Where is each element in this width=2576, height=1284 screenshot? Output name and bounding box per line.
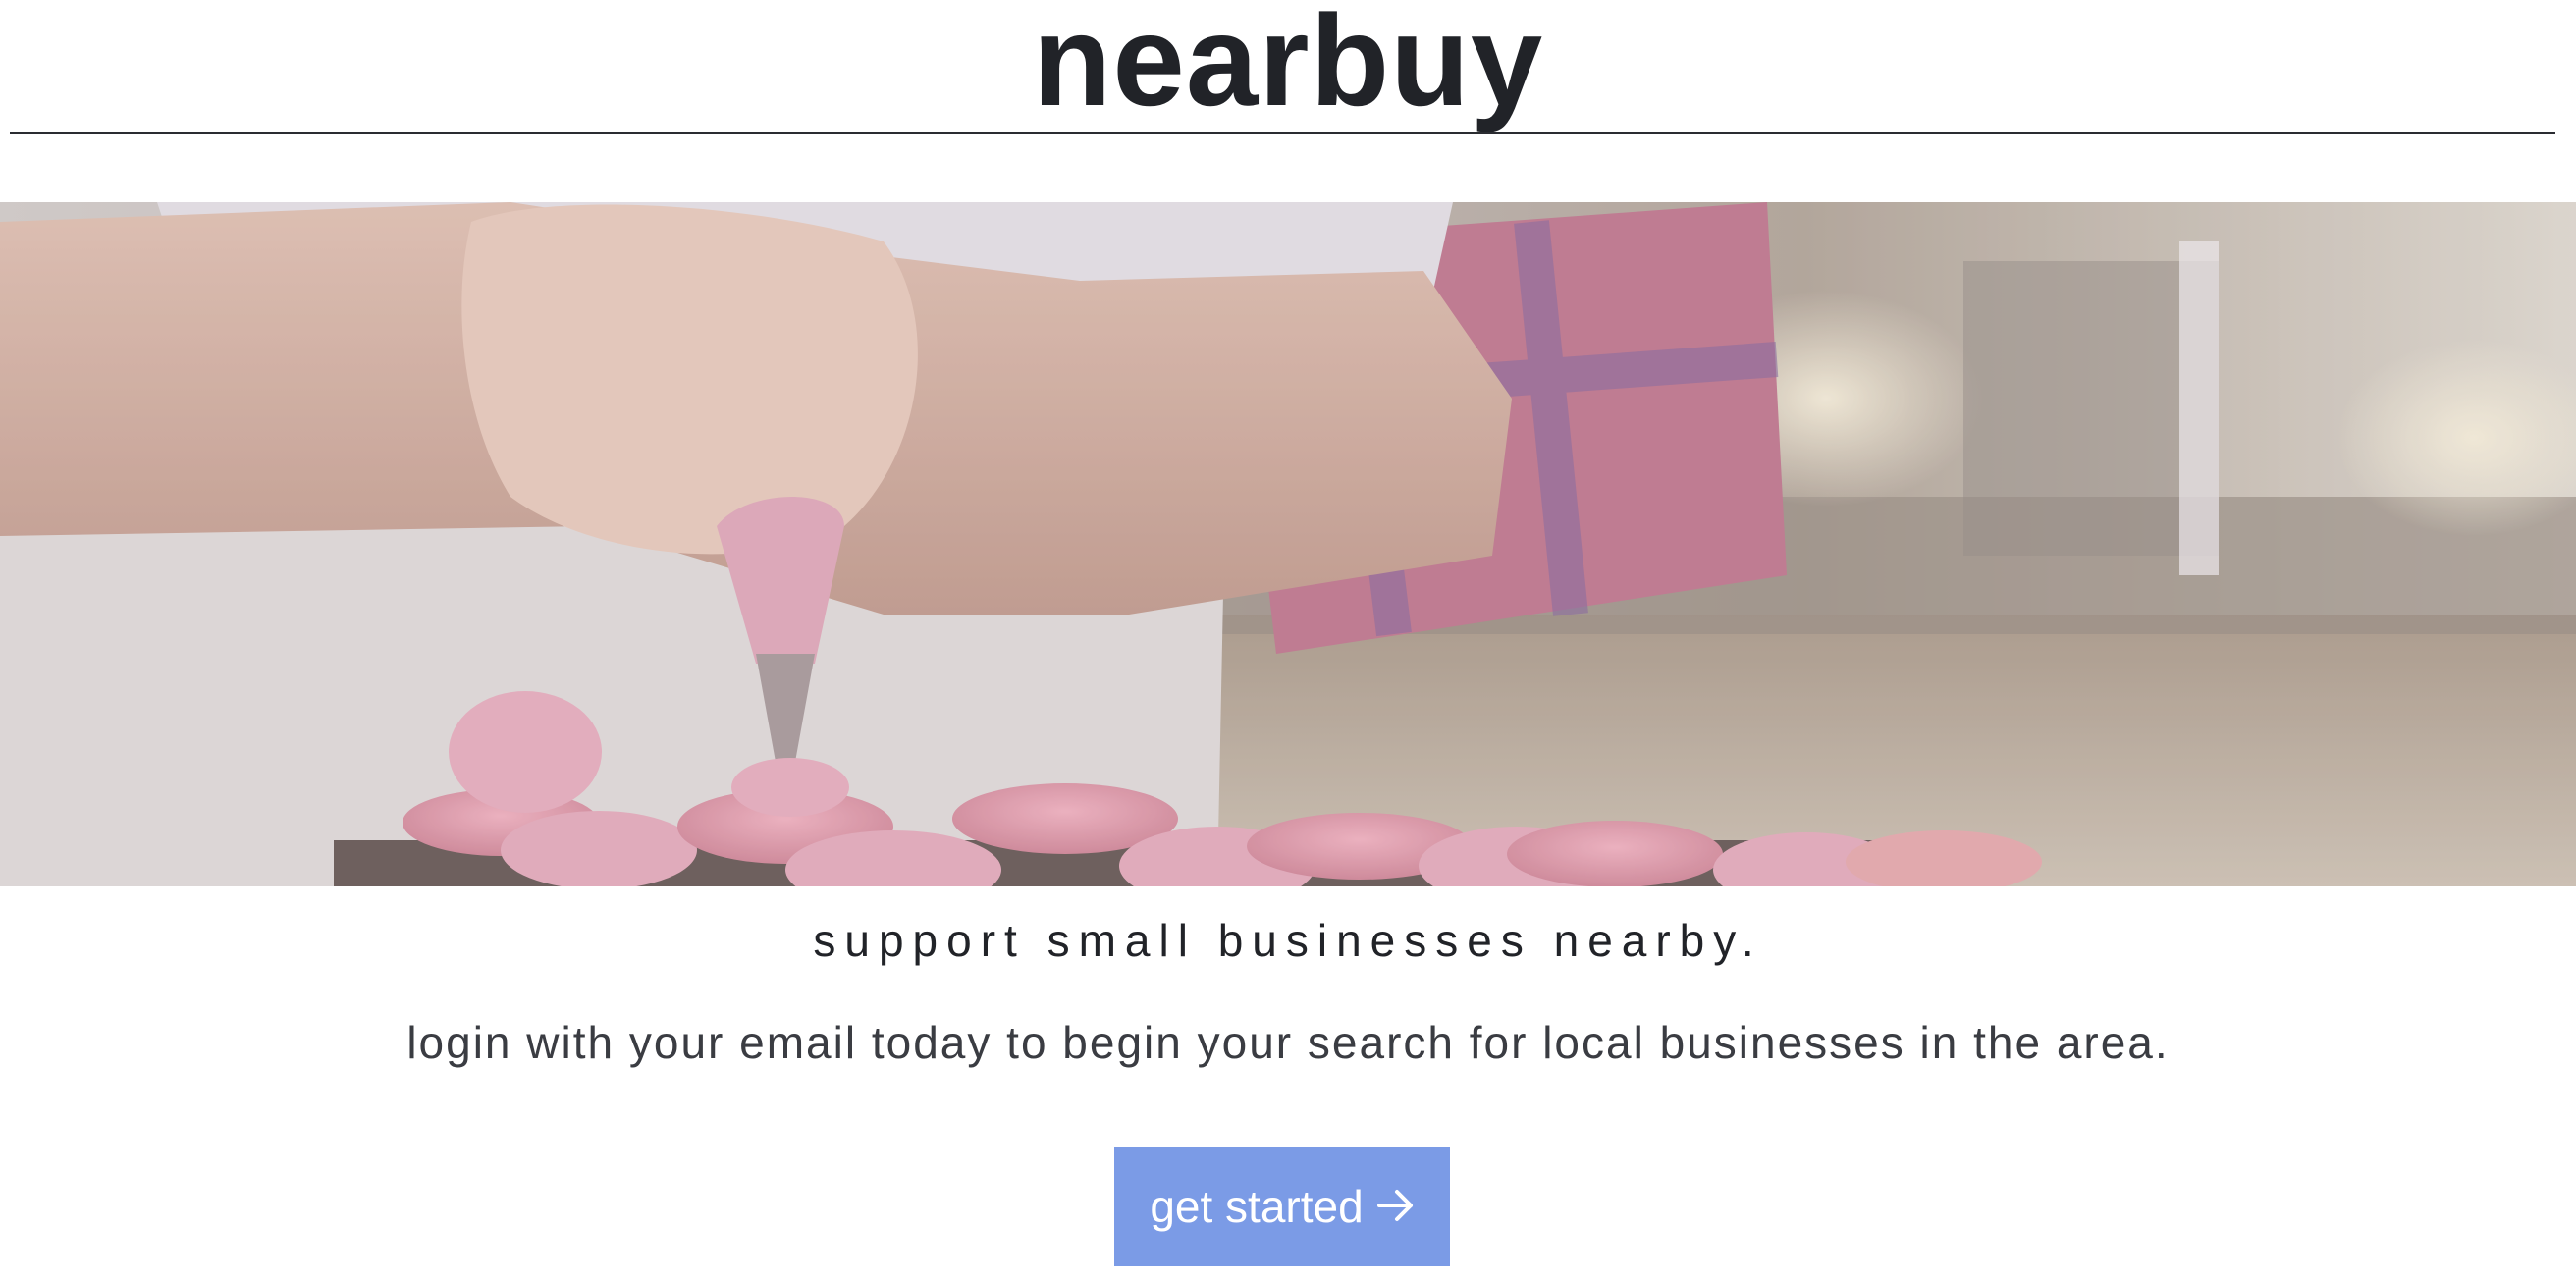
tagline: support small businesses nearby. [813,915,1763,966]
header-divider [10,132,2555,134]
arrow-right-icon [1376,1180,1415,1233]
get-started-label: get started [1150,1181,1364,1232]
get-started-button[interactable]: get started [1114,1147,1450,1266]
landing-page: nearbuy support small businesses nearby.… [0,0,2576,1284]
intro-text: login with your email today to begin you… [406,1017,2170,1068]
hero-image [0,202,2576,886]
brand-logo: nearbuy [1032,0,1544,133]
